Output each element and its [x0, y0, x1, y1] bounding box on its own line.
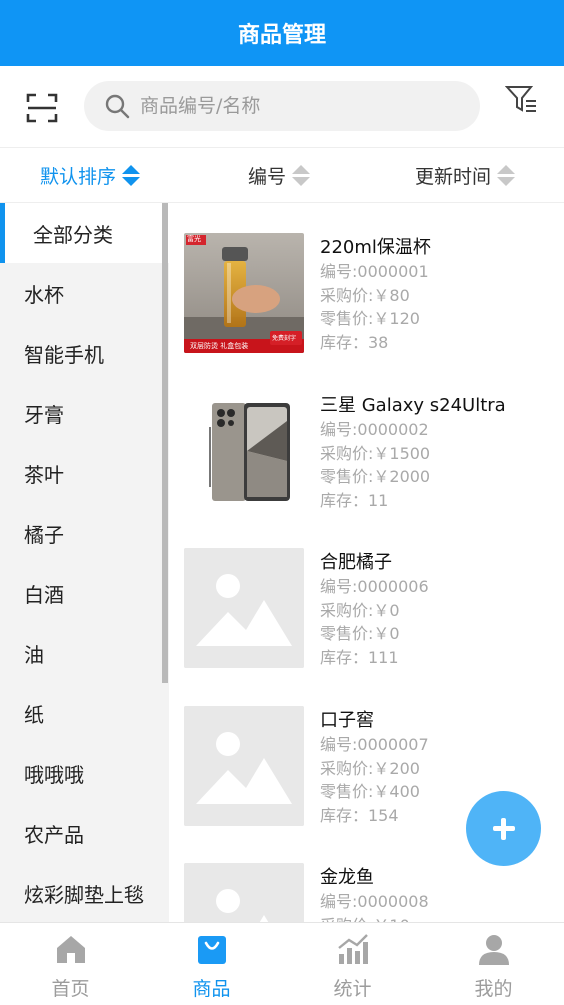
category-item[interactable]: 茶叶	[0, 443, 169, 503]
category-label: 白酒	[24, 582, 64, 607]
tab-home[interactable]: 首页	[0, 923, 141, 1005]
category-label: 水杯	[24, 282, 64, 307]
thumb-badge-corner: 免费刻字	[272, 335, 297, 342]
shopping-bag-icon	[197, 936, 226, 964]
product-stock: 库存：111	[320, 647, 399, 667]
tab-label: 统计	[333, 978, 372, 1000]
tab-label: 商品	[192, 978, 231, 1000]
product-code: 编号:0000007	[320, 735, 429, 754]
product-image: 富光 双层防烫 礼盒包装 免费刻字	[184, 233, 304, 353]
product-purchase-price: 采购价:￥0	[320, 600, 400, 620]
category-item[interactable]: 农产品	[0, 803, 169, 863]
product-name: 三星 Galaxy s24Ultra	[320, 395, 506, 416]
category-label: 炫彩脚垫上毯	[24, 882, 144, 907]
product-code: 编号:0000006	[320, 577, 429, 596]
product-purchase-price: 采购价:￥10	[320, 914, 429, 923]
category-item[interactable]: 纸	[0, 683, 169, 743]
category-item[interactable]: 炫彩脚垫上毯	[0, 863, 169, 922]
plus-icon-vertical	[501, 817, 506, 840]
tab-stats[interactable]: 统计	[282, 923, 423, 1005]
category-label: 哦哦哦	[24, 762, 84, 787]
search-input[interactable]	[140, 95, 460, 117]
search-icon	[105, 94, 130, 119]
user-icon	[478, 935, 509, 965]
category-item[interactable]: 橘子	[0, 503, 169, 563]
home-icon	[56, 936, 85, 963]
product-item[interactable]: 合肥橘子 编号:0000006 采购价:￥0 零售价:￥0 库存：111	[169, 518, 564, 668]
product-name: 金龙鱼	[320, 867, 374, 888]
product-stock: 库存：11	[320, 490, 389, 510]
category-label: 全部分类	[33, 222, 113, 247]
scan-icon[interactable]	[26, 92, 58, 124]
add-product-button[interactable]	[466, 791, 541, 866]
category-item[interactable]: 全部分类	[0, 203, 169, 263]
page-title: 商品管理	[237, 23, 326, 48]
placeholder-image-icon	[184, 706, 304, 826]
sort-code-label: 编号	[248, 166, 287, 188]
product-image	[184, 391, 304, 511]
sort-default-label: 默认排序	[40, 166, 117, 188]
sort-time-label: 更新时间	[415, 166, 492, 188]
product-code: 编号:0000001	[320, 262, 429, 281]
placeholder-image-icon	[184, 548, 304, 668]
product-image	[184, 706, 304, 826]
sort-arrows-icon	[497, 165, 516, 186]
tab-label: 首页	[51, 978, 90, 1000]
category-item[interactable]: 哦哦哦	[0, 743, 169, 803]
category-item[interactable]: 牙膏	[0, 383, 169, 443]
sort-arrows-icon	[122, 165, 141, 186]
category-item[interactable]: 智能手机	[0, 323, 169, 383]
product-image	[184, 548, 304, 668]
product-item[interactable]: 富光 双层防烫 礼盒包装 免费刻字 220ml保温杯 编号:0000001 采购…	[169, 203, 564, 353]
product-purchase-price: 采购价:￥200	[320, 758, 420, 778]
product-name: 220ml保温杯	[320, 237, 431, 258]
search-bar	[0, 66, 564, 148]
sort-arrows-icon	[292, 165, 311, 186]
product-retail-price: 零售价:￥2000	[320, 467, 431, 486]
product-image	[184, 863, 304, 922]
page-header: 商品管理	[0, 0, 564, 66]
search-box[interactable]	[84, 81, 480, 131]
category-label: 茶叶	[24, 462, 64, 487]
product-code: 编号:0000008	[320, 892, 429, 911]
sidebar-scrollbar[interactable]	[162, 203, 168, 683]
product-name: 合肥橘子	[320, 552, 392, 573]
tab-label: 我的	[474, 978, 513, 1000]
category-label: 油	[24, 642, 44, 667]
thumb-badge-bottom: 双层防烫 礼盒包装	[190, 342, 249, 350]
sort-bar: 默认排序 编号 更新时间	[0, 148, 564, 203]
category-label: 纸	[24, 702, 44, 727]
category-item[interactable]: 白酒	[0, 563, 169, 623]
sort-default-button[interactable]: 默认排序	[40, 148, 141, 203]
category-label: 牙膏	[24, 402, 64, 427]
category-label: 橘子	[24, 522, 64, 547]
product-retail-price: 零售价:￥120	[320, 309, 420, 328]
tab-profile[interactable]: 我的	[423, 923, 564, 1005]
category-label: 农产品	[24, 822, 84, 847]
category-sidebar: 全部分类 水杯 智能手机 牙膏 茶叶 橘子 白酒 油 纸 哦哦哦 农产品 炫彩脚…	[0, 203, 169, 922]
filter-icon[interactable]	[505, 85, 539, 115]
category-label: 智能手机	[24, 342, 104, 367]
thumb-badge-top: 富光	[187, 235, 201, 243]
product-retail-price: 零售价:￥400	[320, 782, 420, 801]
sort-code-button[interactable]: 编号	[248, 148, 311, 203]
product-retail-price: 零售价:￥0	[320, 624, 400, 643]
bottom-tab-bar: 首页 商品 统计 我的	[0, 922, 564, 1005]
product-purchase-price: 采购价:￥80	[320, 285, 410, 305]
product-purchase-price: 采购价:￥1500	[320, 443, 431, 463]
placeholder-image-icon	[184, 863, 304, 922]
stats-chart-icon	[337, 934, 368, 964]
product-item[interactable]: 三星 Galaxy s24Ultra 编号:0000002 采购价:￥1500 …	[169, 361, 564, 511]
category-item[interactable]: 油	[0, 623, 169, 683]
product-code: 编号:0000002	[320, 420, 429, 439]
category-item[interactable]: 水杯	[0, 263, 169, 323]
product-stock: 库存：154	[320, 805, 399, 825]
product-name: 口子窖	[320, 710, 374, 731]
product-stock: 库存：38	[320, 332, 389, 352]
sort-time-button[interactable]: 更新时间	[415, 148, 516, 203]
tab-products[interactable]: 商品	[141, 923, 282, 1005]
